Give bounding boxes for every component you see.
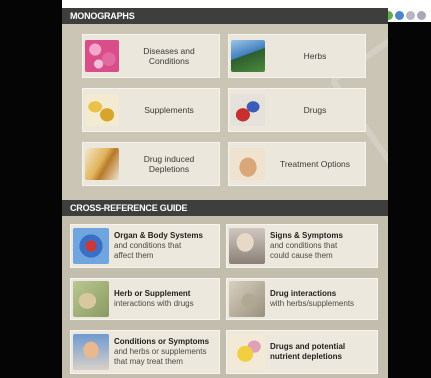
monograph-label: Drugs: [303, 105, 327, 115]
xref-organ-body-systems[interactable]: Organ & Body Systems and conditions that…: [70, 224, 220, 268]
conditions-symptoms-thumbnail: [73, 334, 109, 370]
xref-title: Organ & Body Systems: [114, 231, 203, 240]
xref-conditions-or-symptoms[interactable]: Conditions or Symptoms and herbs or supp…: [70, 330, 220, 374]
xref-subtitle: nutrient depletions: [270, 352, 342, 361]
right-black-band: [388, 22, 431, 378]
monograph-label: Treatment Options: [279, 159, 351, 169]
depletions-thumbnail: [85, 148, 119, 180]
xref-signs-symptoms[interactable]: Signs & Symptoms and conditions that cou…: [226, 224, 378, 268]
treatment-thumbnail: [231, 148, 265, 180]
xref-herb-or-supplement[interactable]: Herb or Supplement interactions with dru…: [70, 278, 220, 320]
xref-subtitle: interactions with drugs: [114, 299, 194, 308]
monograph-drugs[interactable]: Drugs: [228, 88, 366, 132]
diseases-thumbnail: [85, 40, 119, 72]
blue-status-icon[interactable]: [395, 11, 404, 20]
herb-supplement-thumbnail: [73, 281, 109, 317]
xref-title: Drugs and potential: [270, 342, 346, 351]
monograph-label: Drug induced Depletions: [143, 154, 195, 174]
left-black-band: [0, 0, 62, 378]
monograph-treatment-options[interactable]: Treatment Options: [228, 142, 366, 186]
monograph-supplements[interactable]: Supplements: [82, 88, 220, 132]
xref-drugs-nutrient-depletions[interactable]: Drugs and potential nutrient depletions: [226, 330, 378, 374]
signs-symptoms-thumbnail: [229, 228, 265, 264]
drug-interactions-thumbnail: [229, 281, 265, 317]
xref-subtitle: and conditions that affect them: [114, 241, 182, 260]
xref-drug-interactions[interactable]: Drug interactions with herbs/supplements: [226, 278, 378, 320]
drugs-thumbnail: [231, 94, 265, 126]
monograph-label: Herbs: [303, 51, 327, 61]
gray-status-icon[interactable]: [406, 11, 415, 20]
xref-title: Herb or Supplement: [114, 289, 191, 298]
window-controls[interactable]: [384, 11, 431, 21]
monograph-label: Diseases and Conditions: [143, 46, 195, 66]
xref-title: Signs & Symptoms: [270, 231, 343, 240]
cross-reference-header: CROSS-REFERENCE GUIDE: [62, 200, 388, 216]
monograph-herbs[interactable]: Herbs: [228, 34, 366, 78]
monograph-drug-induced-depletions[interactable]: Drug induced Depletions: [82, 142, 220, 186]
nutrient-depletions-thumbnail: [229, 334, 265, 370]
gray-status-icon-2[interactable]: [417, 11, 426, 20]
organ-systems-thumbnail: [73, 228, 109, 264]
monograph-diseases-conditions[interactable]: Diseases and Conditions: [82, 34, 220, 78]
xref-title: Drug interactions: [270, 289, 337, 298]
supplements-thumbnail: [85, 94, 119, 126]
xref-title: Conditions or Symptoms: [114, 337, 210, 346]
xref-subtitle: with herbs/supplements: [270, 299, 355, 308]
xref-subtitle: and conditions that could cause them: [270, 241, 338, 260]
herbs-thumbnail: [231, 40, 265, 72]
monograph-label: Supplements: [144, 105, 194, 115]
monographs-header: MONOGRAPHS: [62, 8, 388, 24]
xref-subtitle: and herbs or supplements that may treat …: [114, 347, 207, 366]
